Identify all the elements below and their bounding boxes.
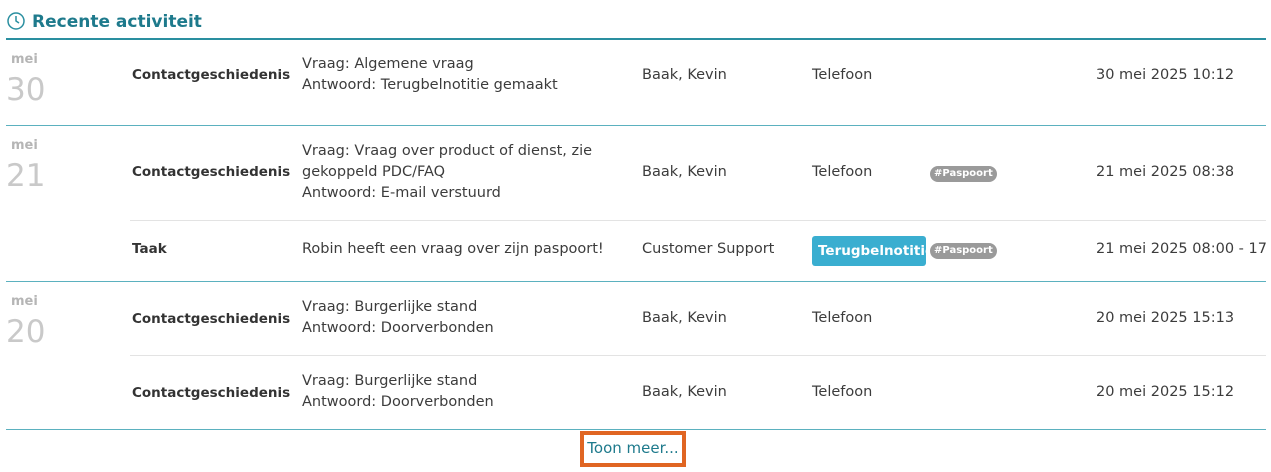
activity-row[interactable]: Taak Robin heeft een vraag over zijn pas… (130, 221, 1268, 282)
date-month: mei (11, 294, 38, 309)
activity-row[interactable]: Contactgeschiedenis Vraag: Burgerlijke s… (130, 282, 1266, 356)
activity-datetime: 30 mei 2025 10:12 (1096, 67, 1235, 83)
section-title: Recente activiteit (32, 12, 202, 32)
activity-owner: Baak, Kevin (642, 67, 727, 83)
show-more-link[interactable]: Toon meer... (584, 439, 682, 457)
activity-owner: Baak, Kevin (642, 310, 727, 326)
activity-type: Taak (132, 241, 167, 257)
show-more-highlight: Toon meer... (580, 431, 686, 467)
activity-type: Contactgeschiedenis (132, 311, 291, 327)
activity-description: Vraag: Vraag over product of dienst, zie… (302, 143, 593, 201)
activity-description: Vraag: Burgerlijke stand Antwoord: Doorv… (302, 373, 494, 410)
date-group: mei 20 Contactgeschiedenis Vraag: Burger… (6, 282, 1266, 430)
date-group: mei 30 Contactgeschiedenis Vraag: Algeme… (6, 40, 1266, 126)
activity-description: Vraag: Burgerlijke stand Antwoord: Doorv… (302, 299, 494, 336)
date-month: mei (11, 52, 38, 67)
activity-description: Vraag: Algemene vraag Antwoord: Terugbel… (302, 56, 558, 93)
activity-type: Contactgeschiedenis (132, 385, 291, 401)
clock-icon (7, 12, 25, 30)
activity-type: Contactgeschiedenis (132, 164, 291, 180)
date-day: 30 (6, 72, 46, 108)
date-day: 21 (6, 158, 46, 194)
activity-owner: Baak, Kevin (642, 384, 727, 400)
tag-badge[interactable]: #Paspoort (930, 243, 997, 259)
activity-row[interactable]: Contactgeschiedenis Vraag: Algemene vraa… (130, 40, 1266, 126)
section-header: Recente activiteit (6, 10, 1266, 40)
activity-owner: Customer Support (642, 241, 775, 257)
activity-datetime: 21 mei 2025 08:00 - 17:00 (1096, 241, 1268, 257)
activity-datetime: 21 mei 2025 08:38 (1096, 164, 1235, 180)
activity-owner: Baak, Kevin (642, 164, 727, 180)
activity-description: Robin heeft een vraag over zijn paspoort… (302, 241, 604, 257)
activity-channel: Telefoon (812, 384, 873, 400)
tag-badge[interactable]: #Paspoort (930, 166, 997, 182)
activity-row[interactable]: Contactgeschiedenis Vraag: Vraag over pr… (130, 126, 1266, 221)
activity-datetime: 20 mei 2025 15:12 (1096, 384, 1235, 400)
date-group: mei 21 Contactgeschiedenis Vraag: Vraag … (6, 126, 1268, 282)
date-month: mei (11, 138, 38, 153)
status-tag[interactable]: Terugbelnotitie (812, 236, 926, 266)
date-day: 20 (6, 314, 46, 350)
activity-datetime: 20 mei 2025 15:13 (1096, 310, 1235, 326)
activity-channel: Telefoon (812, 67, 873, 83)
activity-channel: Telefoon (812, 310, 873, 326)
activity-type: Contactgeschiedenis (132, 67, 291, 83)
activity-row[interactable]: Contactgeschiedenis Vraag: Burgerlijke s… (130, 356, 1266, 430)
activity-channel: Telefoon (812, 164, 873, 180)
